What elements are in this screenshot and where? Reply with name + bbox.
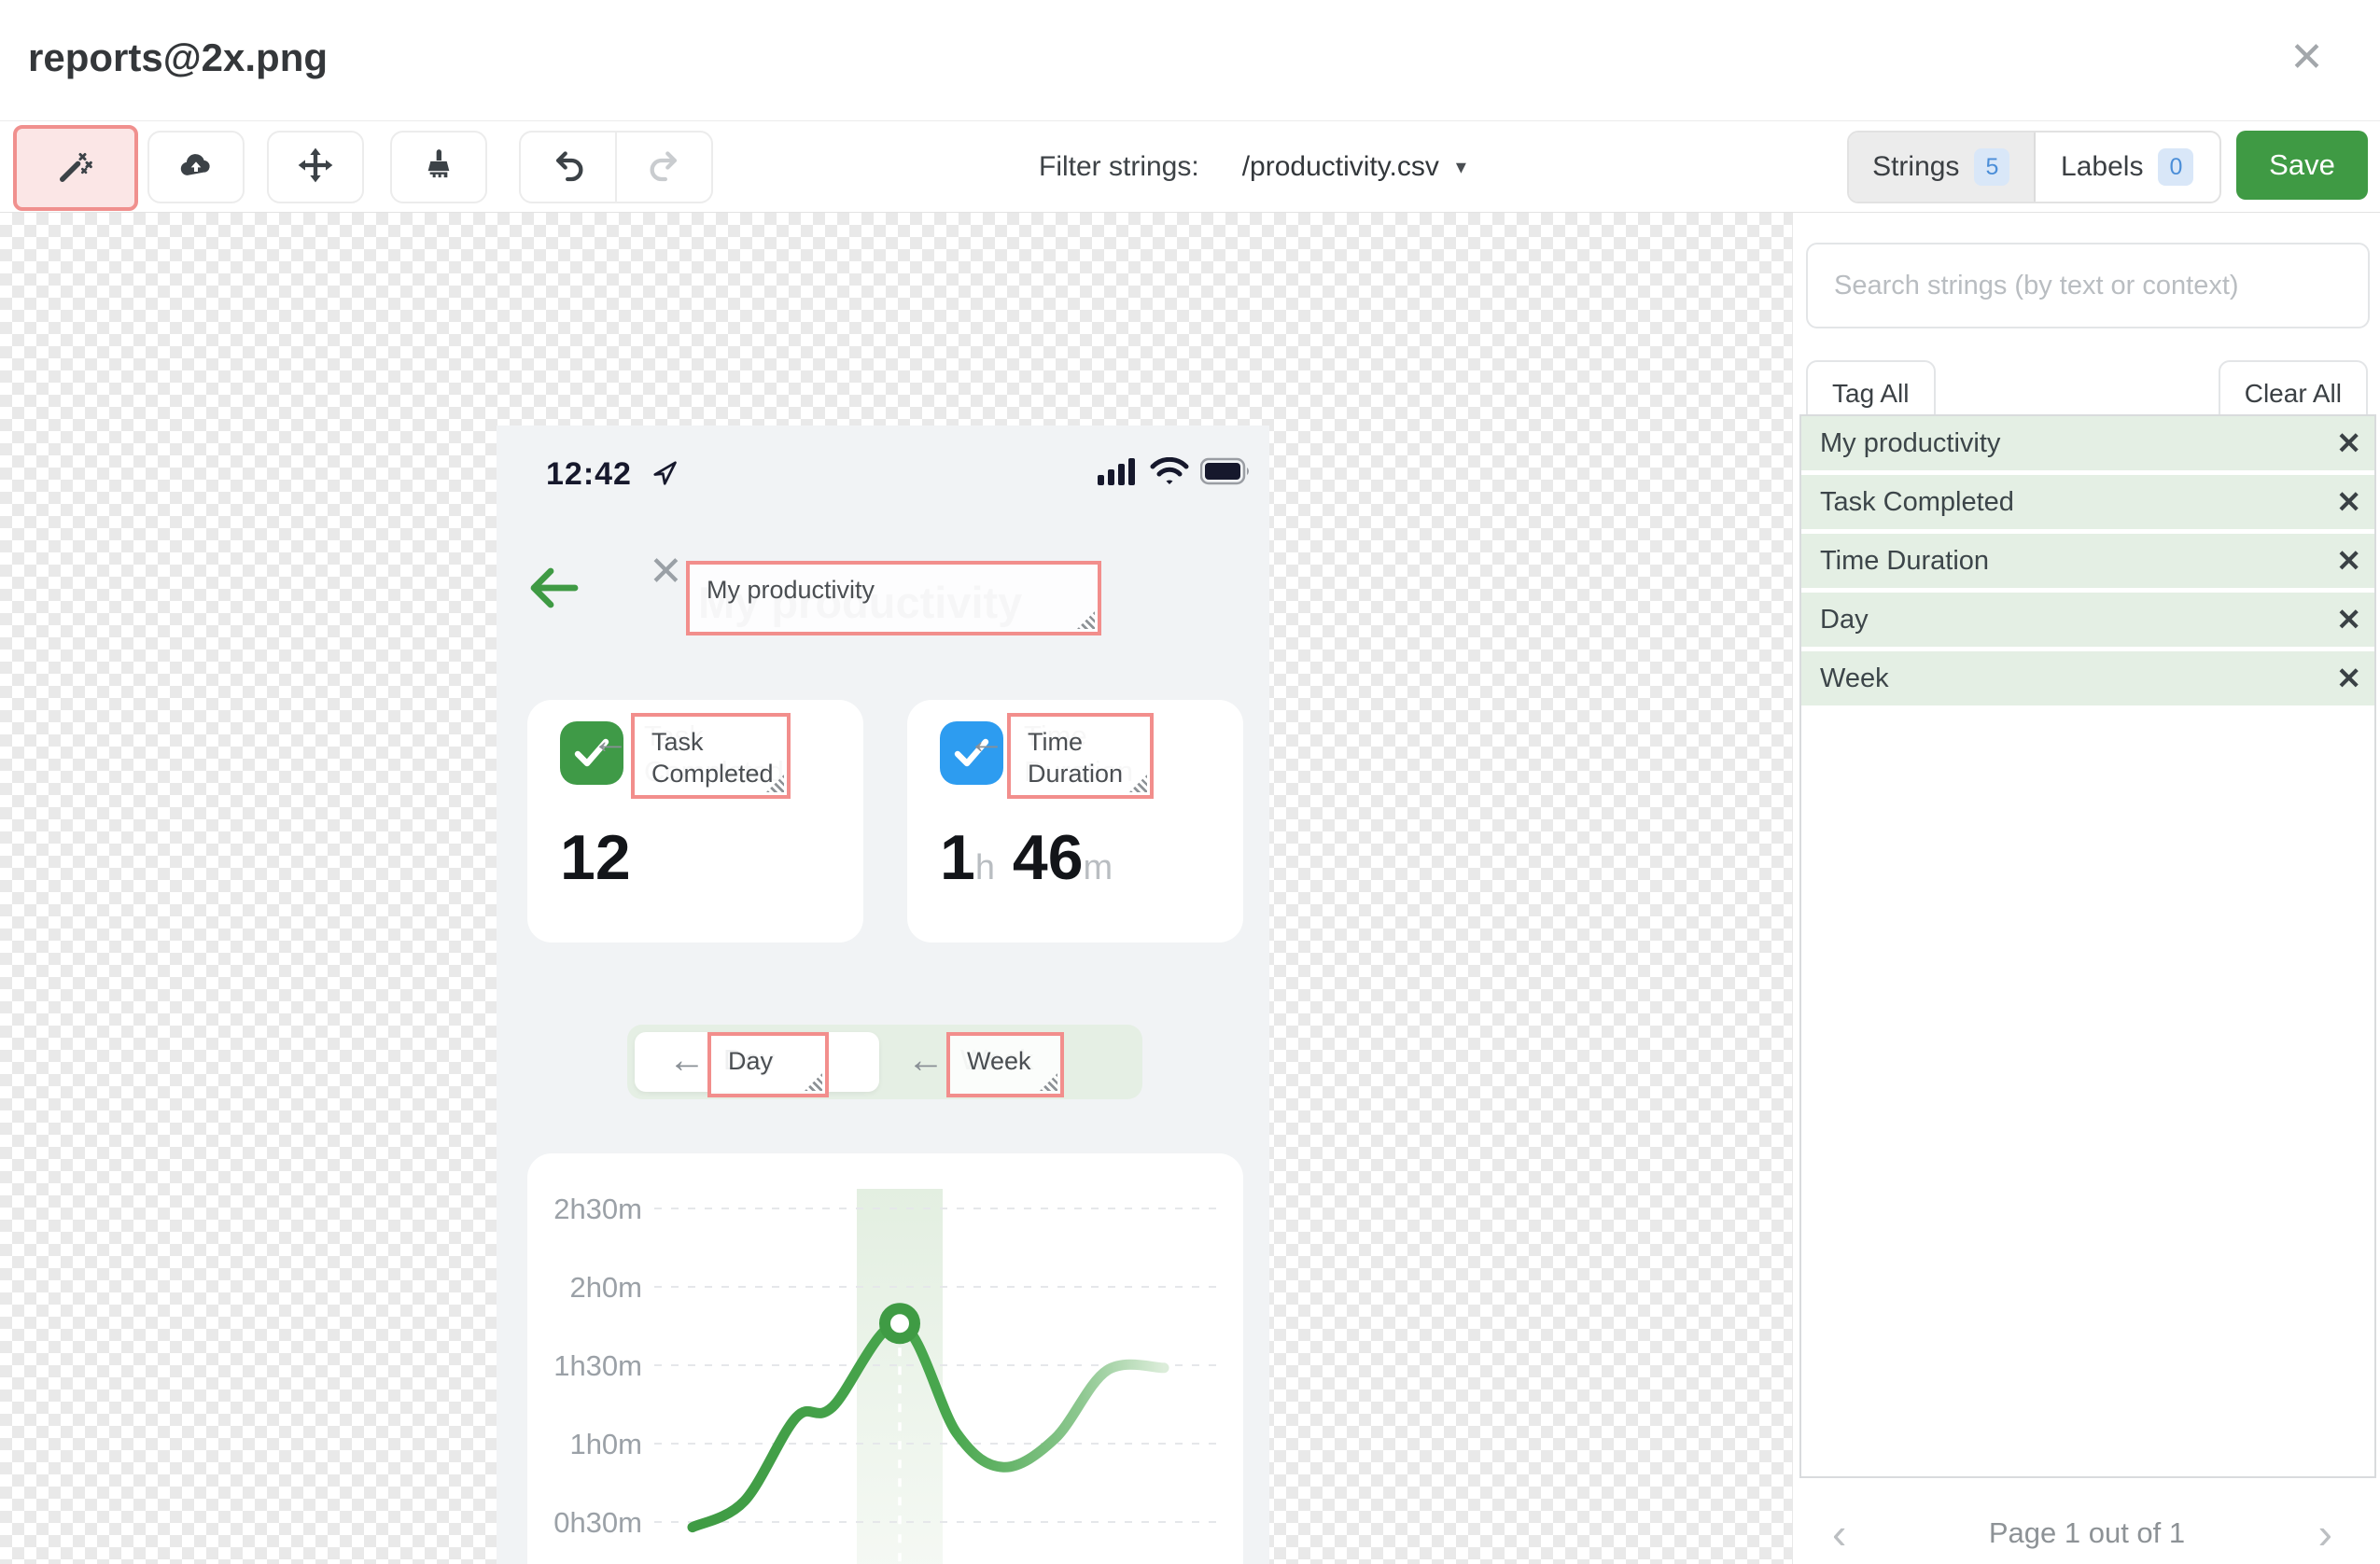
- strings-tab-label: Strings: [1872, 151, 1960, 182]
- close-icon[interactable]: ✕: [2289, 37, 2324, 78]
- tag-box-day[interactable]: ← Day: [668, 1032, 829, 1097]
- brush-button[interactable]: [390, 131, 487, 203]
- string-label: My productivity: [1820, 427, 2001, 458]
- string-label: Time Duration: [1820, 545, 1990, 576]
- tag-text: Task Completed: [651, 728, 774, 788]
- search-input[interactable]: [1806, 243, 2370, 328]
- tag-box-my-productivity[interactable]: My productivity: [686, 561, 1101, 635]
- page-indicator: Page 1 out of 1: [1988, 1516, 2186, 1549]
- strings-labels-tabs: Strings 5 Labels 0: [1847, 131, 2221, 203]
- productivity-chart-card: 0h0m0h30m1h0m1h30m2h0m2h30m8AM9AM10AM11A…: [527, 1153, 1243, 1564]
- minutes-unit: m: [1083, 848, 1113, 887]
- svg-text:2h0m: 2h0m: [569, 1271, 642, 1304]
- anchor-arrow-icon: ←: [968, 720, 1005, 761]
- time-duration-value: 1h 46m: [940, 821, 1113, 894]
- redo-button[interactable]: [617, 133, 711, 202]
- tab-labels[interactable]: Labels 0: [2033, 133, 2220, 202]
- tag-text: Week: [967, 1047, 1031, 1075]
- strings-sidebar: Tag All Clear All My productivity ✕ Task…: [1792, 213, 2380, 1564]
- string-label: Task Completed: [1820, 486, 2014, 517]
- tag-box-time-duration[interactable]: ← Time Duration: [968, 713, 1154, 799]
- string-list-item[interactable]: Week ✕: [1801, 651, 2374, 705]
- svg-text:1h0m: 1h0m: [569, 1428, 642, 1460]
- filter-file-dropdown[interactable]: /productivity.csv ▾: [1242, 151, 1466, 183]
- transparent-canvas: 12:42 ✕ 12 1h 46m 0h30m 1h0m 1h30m 2h0m …: [0, 213, 1792, 1564]
- remove-string-icon[interactable]: ✕: [2336, 546, 2361, 576]
- file-title: reports@2x.png: [28, 35, 329, 79]
- string-label: Week: [1820, 663, 1889, 693]
- resize-handle-icon[interactable]: [1040, 1073, 1057, 1091]
- redo-icon: [646, 147, 683, 189]
- back-arrow-icon[interactable]: [530, 567, 579, 613]
- tag-text: Day: [728, 1047, 774, 1075]
- string-list: My productivity ✕ Task Completed ✕ Time …: [1799, 414, 2376, 1478]
- save-button[interactable]: Save: [2236, 131, 2368, 200]
- dismiss-x-icon[interactable]: ✕: [649, 552, 683, 593]
- cloud-upload-icon: [177, 147, 215, 189]
- anchor-arrow-icon: ←: [907, 1040, 945, 1081]
- move-arrows-icon: [297, 147, 334, 189]
- productivity-line-chart: 0h0m0h30m1h0m1h30m2h0m2h30m8AM9AM10AM11A…: [553, 1189, 1223, 1564]
- brush-icon: [420, 147, 457, 189]
- signal-icon: [1098, 457, 1139, 490]
- labels-tab-label: Labels: [2061, 151, 2144, 182]
- remove-string-icon[interactable]: ✕: [2336, 605, 2361, 635]
- pagination: ‹ Page 1 out of 1 ›: [1793, 1505, 2380, 1561]
- anchor-arrow-icon: ←: [592, 720, 629, 761]
- task-completed-value: 12: [560, 822, 631, 893]
- toolbar: Filter strings: /productivity.csv ▾ Stri…: [0, 121, 2380, 213]
- tag-text: My productivity: [707, 576, 875, 604]
- hours-unit: h: [974, 848, 995, 887]
- window-header: reports@2x.png ✕: [0, 0, 2380, 121]
- prev-page-icon[interactable]: ‹: [1832, 1512, 1846, 1555]
- tag-box-week[interactable]: ← Week: [907, 1032, 1064, 1097]
- string-list-item[interactable]: Time Duration ✕: [1801, 534, 2374, 588]
- string-list-item[interactable]: Day ✕: [1801, 593, 2374, 647]
- chevron-down-icon: ▾: [1455, 155, 1466, 178]
- undo-redo-group: [519, 131, 713, 203]
- status-time: 12:42: [546, 456, 632, 492]
- undo-icon: [550, 147, 587, 189]
- string-list-item[interactable]: My productivity ✕: [1801, 416, 2374, 470]
- tab-strings[interactable]: Strings 5: [1849, 133, 2034, 202]
- hours-value: 1: [940, 822, 975, 893]
- move-button[interactable]: [267, 131, 364, 203]
- string-label: Day: [1820, 604, 1869, 635]
- magic-wand-icon: [57, 147, 94, 189]
- string-tagging-app: reports@2x.png ✕ Filter strings: /produc…: [0, 0, 2380, 1564]
- remove-string-icon[interactable]: ✕: [2336, 428, 2361, 458]
- resize-handle-icon[interactable]: [805, 1073, 822, 1091]
- remove-string-icon[interactable]: ✕: [2336, 663, 2361, 693]
- svg-text:0h30m: 0h30m: [553, 1506, 642, 1539]
- filter-file-value: /productivity.csv: [1241, 151, 1439, 182]
- battery-icon: [1199, 457, 1253, 490]
- auto-tag-button[interactable]: [13, 125, 138, 211]
- wifi-icon: [1150, 456, 1189, 490]
- location-arrow-icon: [651, 459, 679, 492]
- upload-button[interactable]: [147, 131, 245, 203]
- remove-string-icon[interactable]: ✕: [2336, 487, 2361, 517]
- undo-button[interactable]: [521, 133, 617, 202]
- svg-text:1h30m: 1h30m: [553, 1349, 642, 1382]
- strings-count-badge: 5: [1974, 148, 2010, 186]
- next-page-icon[interactable]: ›: [2318, 1512, 2332, 1555]
- status-icons: [1098, 456, 1253, 490]
- filter-strings-control: Filter strings: /productivity.csv ▾: [1039, 121, 1466, 213]
- string-list-item[interactable]: Task Completed ✕: [1801, 475, 2374, 529]
- svg-text:2h30m: 2h30m: [553, 1193, 642, 1225]
- tag-text: Time Duration: [1028, 728, 1124, 788]
- tag-box-task-completed[interactable]: ← Task Completed: [592, 713, 791, 799]
- minutes-value: 46: [1012, 822, 1084, 893]
- filter-label: Filter strings:: [1039, 151, 1199, 182]
- anchor-arrow-icon: ←: [668, 1040, 706, 1081]
- resize-handle-icon[interactable]: [1077, 611, 1095, 629]
- labels-count-badge: 0: [2158, 148, 2194, 186]
